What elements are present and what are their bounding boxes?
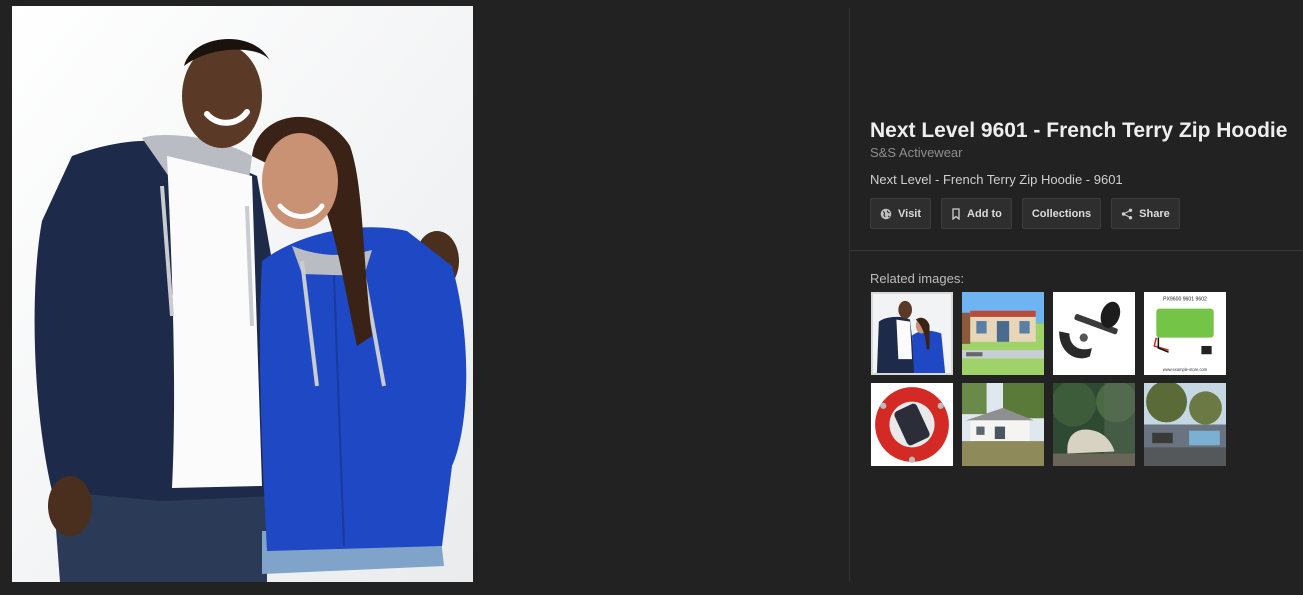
image-description: Next Level - French Terry Zip Hoodie - 9… [870,172,1123,187]
battery-thumb-url: www.example-store.com [1163,367,1208,372]
section-divider [850,250,1303,251]
share-button-label: Share [1139,207,1170,220]
related-image-thumbnail[interactable] [871,383,953,466]
bookmark-icon [951,207,961,220]
main-preview-image[interactable] [12,6,473,582]
visit-button[interactable]: Visit [870,198,932,229]
globe-icon [880,208,892,220]
related-image-thumbnail[interactable] [1053,383,1135,466]
collections-button[interactable]: Collections [1021,198,1102,229]
image-info: Next Level 9601 - French Terry Zip Hoodi… [870,118,1290,187]
image-title[interactable]: Next Level 9601 - French Terry Zip Hoodi… [870,118,1290,144]
related-image-thumbnail[interactable] [1144,383,1226,466]
collections-button-label: Collections [1031,207,1092,220]
related-image-thumbnail[interactable] [962,292,1044,375]
share-button[interactable]: Share [1111,198,1180,229]
add-to-button[interactable]: Add to [941,198,1012,229]
image-viewer-panel: Next Level 9601 - French Terry Zip Hoodi… [0,0,1303,595]
action-buttons: Visit Add to Collections Share [870,198,1180,229]
image-source[interactable]: S&S Activewear [870,145,1290,160]
battery-thumb-title: PX9600 9601 9602 [1163,296,1207,302]
related-images-heading: Related images: [870,271,964,286]
share-icon [1121,208,1133,220]
related-image-thumbnail[interactable] [871,292,953,375]
related-image-thumbnail[interactable]: PX9600 9601 9602 www.example-store.com [1144,292,1226,375]
related-image-thumbnail[interactable] [1053,292,1135,375]
add-to-button-label: Add to [967,207,1002,220]
related-images-grid: PX9600 9601 9602 www.example-store.com [871,292,1226,466]
visit-button-label: Visit [898,207,922,220]
related-image-thumbnail[interactable] [962,383,1044,466]
panel-divider [849,8,850,582]
